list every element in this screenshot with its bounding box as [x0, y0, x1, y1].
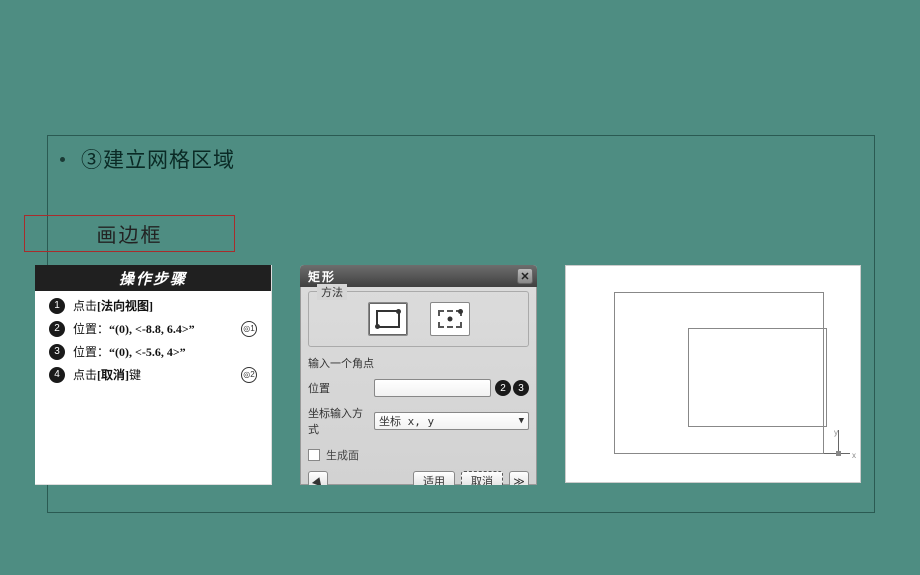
- step-ref-3-icon: 3: [513, 380, 529, 396]
- rectangle-dialog: 矩形 ✕ 方法 输入一个角点 位置: [300, 265, 537, 485]
- panels-row: 操作步骤 1 点击[法向视图] 2 位置：“(0), <-8.8, 6.4>” …: [35, 265, 861, 485]
- cad-viewport: x y: [565, 265, 861, 483]
- step-text: 位置：“(0), <-5.6, 4>”: [73, 343, 186, 360]
- step-2: 2 位置：“(0), <-8.8, 6.4>” ◎1: [35, 314, 271, 337]
- coord-mode-value: 坐标 x, y: [379, 413, 434, 429]
- step-number-icon: 4: [49, 367, 65, 383]
- step-4: 4 点击[取消]键 ◎2: [35, 360, 271, 383]
- method-legend: 方法: [317, 284, 347, 300]
- step-number-icon: 3: [49, 344, 65, 360]
- axis-y-label: y: [834, 428, 838, 437]
- step-number-icon: 1: [49, 298, 65, 314]
- step-3: 3 位置：“(0), <-5.6, 4>”: [35, 337, 271, 360]
- position-label: 位置: [308, 380, 368, 396]
- chevron-down-icon: ▼: [519, 416, 524, 426]
- corner-hint-label: 输入一个角点: [308, 355, 374, 371]
- ref-2-icon: ◎2: [241, 367, 257, 383]
- step-number-icon: 2: [49, 321, 65, 337]
- bullet-text: ③建立网格区域: [81, 144, 235, 174]
- dialog-buttons: 适用 取消 ≫: [308, 471, 529, 485]
- subtitle-draw-border: 画边框: [24, 215, 235, 252]
- step-text: 位置：“(0), <-8.8, 6.4>”: [73, 320, 195, 337]
- step-text: 点击[取消]键: [73, 366, 141, 383]
- step-ref-2-icon: 2: [495, 380, 511, 396]
- generate-face-label: 生成面: [326, 447, 359, 463]
- coord-mode-row: 坐标输入方式 坐标 x, y ▼: [308, 405, 529, 437]
- generate-face-checkbox[interactable]: [308, 449, 320, 461]
- rect-corner-method-button[interactable]: [368, 302, 408, 336]
- next-button[interactable]: ≫: [509, 471, 529, 485]
- pencil-icon: [312, 476, 324, 485]
- step-1: 1 点击[法向视图]: [35, 291, 271, 314]
- dialog-body: 方法 输入一个角点 位置 2 3: [300, 287, 537, 485]
- steps-panel: 操作步骤 1 点击[法向视图] 2 位置：“(0), <-8.8, 6.4>” …: [35, 265, 272, 485]
- ref-1-icon: ◎1: [241, 321, 257, 337]
- coord-mode-select[interactable]: 坐标 x, y ▼: [374, 412, 529, 430]
- coord-mode-label: 坐标输入方式: [308, 405, 368, 437]
- close-button[interactable]: ✕: [517, 268, 533, 284]
- sketch-tool-button[interactable]: [308, 471, 328, 485]
- position-row: 位置 2 3: [308, 379, 529, 397]
- position-input[interactable]: [374, 379, 491, 397]
- rect-center-method-button[interactable]: [430, 302, 470, 336]
- inner-rectangle: [688, 328, 827, 427]
- axis-origin-icon: x y: [824, 436, 852, 464]
- cancel-button[interactable]: 取消: [461, 471, 503, 485]
- method-icons: [319, 300, 518, 336]
- apply-button[interactable]: 适用: [413, 471, 455, 485]
- corner-hint-row: 输入一个角点: [308, 355, 529, 371]
- rect-two-corner-icon: [376, 310, 400, 328]
- generate-face-row: 生成面: [308, 447, 529, 463]
- bullet-row: ③建立网格区域: [60, 144, 235, 174]
- step-text: 点击[法向视图]: [73, 297, 153, 314]
- bullet-dot-icon: [60, 157, 65, 162]
- rect-center-corner-icon: [438, 310, 462, 328]
- steps-header: 操作步骤: [35, 265, 271, 291]
- axis-x-label: x: [852, 451, 856, 460]
- method-fieldset: 方法: [308, 291, 529, 347]
